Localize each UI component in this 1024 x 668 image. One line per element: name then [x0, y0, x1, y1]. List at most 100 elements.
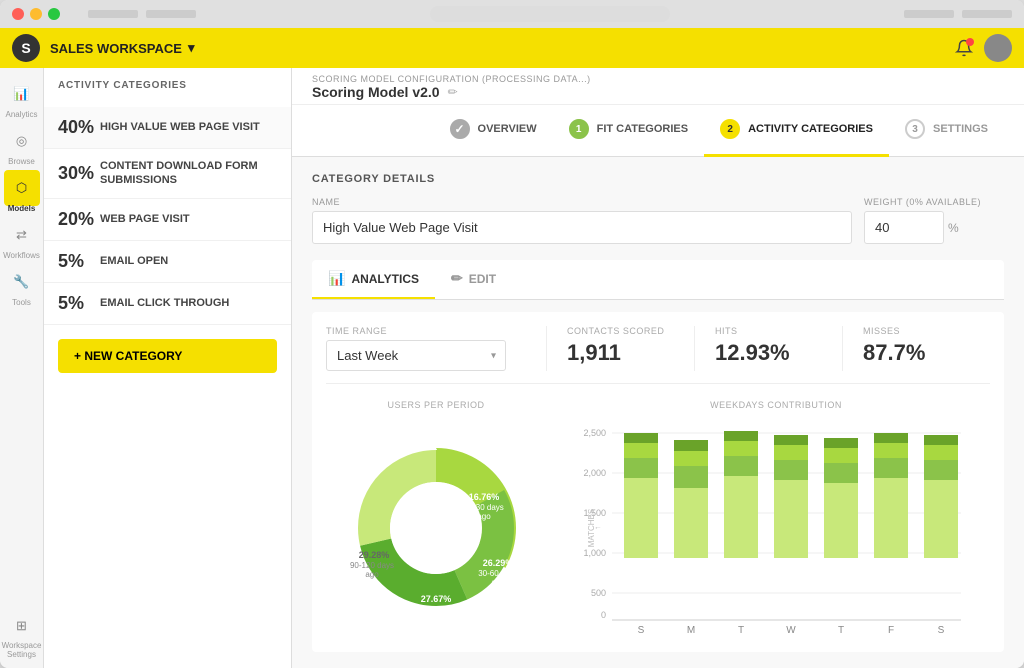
- analytics-edit-tabs: 📊 ANALYTICS ✏ EDIT: [312, 260, 1004, 300]
- sidebar-item-tools[interactable]: 🔧 Tools: [4, 264, 40, 307]
- contacts-scored-stat: CONTACTS SCORED 1,911: [546, 326, 694, 371]
- hits-label: HITS: [715, 326, 842, 336]
- category-name: EMAIL CLICK THROUGH: [100, 296, 229, 310]
- contacts-scored-value: 1,911: [567, 340, 694, 366]
- bar-chart-container: 2,500 2,000 1,500 1,000 500 0 MATCHES: [562, 418, 990, 638]
- category-name: WEB PAGE VISIT: [100, 212, 190, 226]
- close-button[interactable]: [12, 8, 24, 20]
- app-logo: S: [12, 34, 40, 62]
- titlebar-search-area: [204, 6, 896, 22]
- svg-text:0 - 30 days: 0 - 30 days: [464, 503, 504, 512]
- svg-text:S: S: [638, 625, 645, 636]
- window-controls: [12, 8, 60, 20]
- tab-analytics[interactable]: 📊 ANALYTICS: [312, 260, 435, 299]
- notification-badge: [966, 38, 974, 46]
- category-percent: 20%: [58, 209, 100, 230]
- titlebar-button-2[interactable]: [962, 10, 1012, 18]
- minimize-button[interactable]: [30, 8, 42, 20]
- topbar: S SALES WORKSPACE ▾: [0, 28, 1024, 68]
- category-name: HIGH VALUE WEB PAGE VISIT: [100, 120, 260, 134]
- category-item-2[interactable]: 20% WEB PAGE VISIT: [44, 199, 291, 241]
- stats-row: TIME RANGE Last Week Last Month Last Qua…: [326, 326, 990, 384]
- wizard-step-fit-categories[interactable]: 1 FIT CATEGORIES: [553, 105, 704, 157]
- breadcrumb: SCORING MODEL CONFIGURATION (Processing …: [312, 74, 1004, 84]
- name-weight-row: NAME WEIGHT (0% AVAILABLE) %: [312, 197, 1004, 244]
- model-title: Scoring Model v2.0: [312, 84, 440, 100]
- misses-stat: MISSES 87.7%: [842, 326, 990, 371]
- scoring-header: SCORING MODEL CONFIGURATION (Processing …: [292, 68, 1024, 105]
- wizard-navigation: ✓ OVERVIEW 1 FIT CATEGORIES 2 ACTIVITY C…: [292, 105, 1024, 157]
- bar-chart-svg: 2,500 2,000 1,500 1,000 500 0 MATCHES: [562, 418, 990, 638]
- sidebar-item-analytics[interactable]: 📊 Analytics: [4, 76, 40, 119]
- svg-text:1,000: 1,000: [583, 548, 606, 558]
- svg-text:0: 0: [601, 610, 606, 620]
- category-item-0[interactable]: 40% HIGH VALUE WEB PAGE VISIT: [44, 107, 291, 149]
- svg-text:90-120 days: 90-120 days: [350, 561, 394, 570]
- titlebar-nav-spacers: [88, 10, 196, 18]
- category-percent: 30%: [58, 163, 100, 184]
- wizard-step-overview-label: OVERVIEW: [478, 123, 537, 135]
- user-avatar[interactable]: [984, 34, 1012, 62]
- donut-label-60-90: 27.67%: [421, 594, 452, 604]
- svg-text:F: F: [888, 625, 894, 636]
- hits-value: 12.93%: [715, 340, 842, 366]
- edit-tab-icon: ✏: [451, 270, 463, 287]
- svg-text:T: T: [738, 625, 744, 636]
- contacts-scored-label: CONTACTS SCORED: [567, 326, 694, 336]
- edit-model-icon[interactable]: ✏: [448, 85, 458, 99]
- sidebar-item-workspace-settings[interactable]: ⊞ WorkspaceSettings: [2, 608, 42, 660]
- workspace-dropdown-arrow: ▾: [188, 40, 195, 56]
- donut-label-90-120: 29.28%: [359, 550, 390, 560]
- wizard-step-activity-label: ACTIVITY CATEGORIES: [748, 123, 873, 135]
- category-percent: 40%: [58, 117, 100, 138]
- time-range-label: TIME RANGE: [326, 326, 546, 336]
- sidebar-icon-nav: 📊 Analytics ◎ Browse ⬡ Models ⇄ Workflow…: [0, 68, 44, 668]
- category-percent: 5%: [58, 293, 100, 314]
- notifications-bell[interactable]: [952, 36, 976, 60]
- donut-label-0-30: 16.76%: [469, 492, 500, 502]
- left-panel: ACTIVITY CATEGORIES 40% HIGH VALUE WEB P…: [44, 68, 292, 668]
- maximize-button[interactable]: [48, 8, 60, 20]
- weight-input[interactable]: [864, 211, 944, 244]
- donut-chart-title: USERS PER PERIOD: [326, 400, 546, 410]
- main-window: S SALES WORKSPACE ▾ 📊 Analytics ◎ B: [0, 0, 1024, 668]
- wizard-steps: ✓ OVERVIEW 1 FIT CATEGORIES 2 ACTIVITY C…: [434, 105, 1004, 157]
- right-panel: SCORING MODEL CONFIGURATION (Processing …: [292, 68, 1024, 668]
- donut-chart-svg: 16.76% 0 - 30 days ago 26.29% 30-60 days…: [336, 428, 536, 628]
- analytics-tab-icon: 📊: [328, 270, 345, 287]
- workspace-selector[interactable]: SALES WORKSPACE ▾: [50, 40, 194, 56]
- select-dropdown-arrow: ▾: [491, 350, 496, 361]
- category-name: CONTENT DOWNLOAD FORM SUBMISSIONS: [100, 159, 277, 188]
- analytics-section: TIME RANGE Last Week Last Month Last Qua…: [312, 312, 1004, 652]
- wizard-step-overview[interactable]: ✓ OVERVIEW: [434, 105, 553, 157]
- category-item-4[interactable]: 5% EMAIL CLICK THROUGH: [44, 283, 291, 325]
- sidebar-item-browse[interactable]: ◎ Browse: [4, 123, 40, 166]
- name-input[interactable]: [312, 211, 852, 244]
- svg-text:2,000: 2,000: [583, 468, 606, 478]
- titlebar: [0, 0, 1024, 28]
- name-field: NAME: [312, 197, 852, 244]
- new-category-button[interactable]: + NEW CATEGORY: [58, 339, 277, 373]
- svg-text:500: 500: [591, 588, 606, 598]
- svg-text:ago: ago: [365, 570, 379, 579]
- wizard-step-settings[interactable]: 3 SETTINGS: [889, 105, 1004, 157]
- wizard-step-settings-label: SETTINGS: [933, 123, 988, 135]
- weight-field: WEIGHT (0% AVAILABLE) %: [864, 197, 1004, 244]
- sidebar-item-workflows[interactable]: ⇄ Workflows: [3, 217, 40, 260]
- misses-label: MISSES: [863, 326, 990, 336]
- main-content: 📊 Analytics ◎ Browse ⬡ Models ⇄ Workflow…: [0, 68, 1024, 668]
- time-range-select[interactable]: Last Week Last Month Last Quarter: [326, 340, 506, 371]
- name-label: NAME: [312, 197, 852, 207]
- donut-chart-container: 16.76% 0 - 30 days ago 26.29% 30-60 days…: [326, 418, 546, 638]
- sidebar-item-models[interactable]: ⬡ Models: [4, 170, 40, 213]
- category-item-1[interactable]: 30% CONTENT DOWNLOAD FORM SUBMISSIONS: [44, 149, 291, 199]
- search-bar[interactable]: [430, 6, 670, 22]
- titlebar-button-1[interactable]: [904, 10, 954, 18]
- svg-text:ago: ago: [477, 512, 491, 521]
- donut-label-30-60: 26.29%: [483, 558, 514, 568]
- tab-edit[interactable]: ✏ EDIT: [435, 260, 512, 299]
- svg-text:ago: ago: [491, 578, 505, 587]
- content-area: CATEGORY DETAILS NAME WEIGHT (0% AVAILAB…: [292, 157, 1024, 668]
- wizard-step-activity-categories[interactable]: 2 ACTIVITY CATEGORIES: [704, 105, 889, 157]
- category-item-3[interactable]: 5% EMAIL OPEN: [44, 241, 291, 283]
